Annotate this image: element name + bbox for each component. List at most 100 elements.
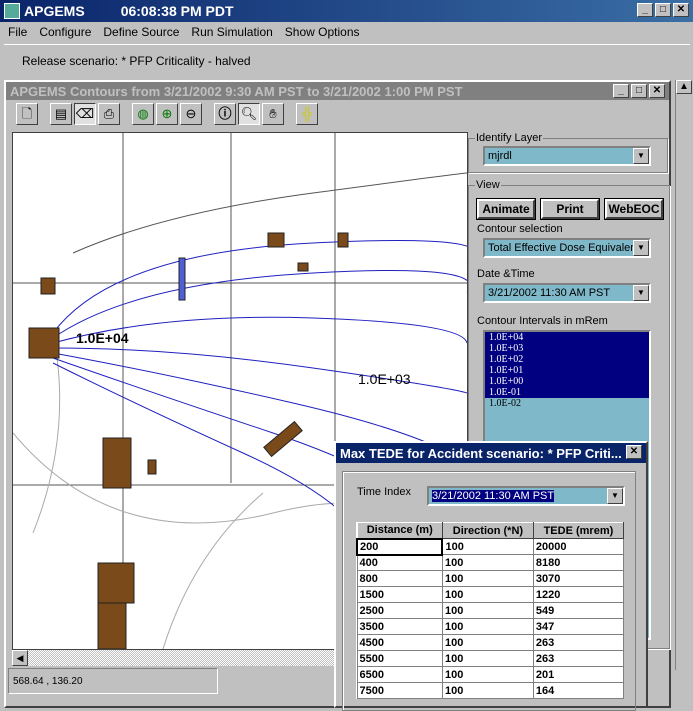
menu-file[interactable]: File: [8, 25, 27, 39]
table-cell[interactable]: 3070: [532, 570, 625, 587]
label-icon[interactable]: ⌫: [74, 103, 96, 125]
table-cell[interactable]: 549: [532, 602, 625, 619]
table-cell[interactable]: 100: [441, 634, 534, 651]
pan-hand-icon[interactable]: ✋︎: [262, 103, 284, 125]
date-time-select[interactable]: 3/21/2002 11:30 AM PST ▼: [483, 283, 651, 303]
list-item[interactable]: 1.0E-01: [485, 387, 649, 398]
close-button[interactable]: ✕: [673, 3, 689, 17]
table-cell[interactable]: 100: [441, 586, 534, 603]
menu-run-simulation[interactable]: Run Simulation: [191, 25, 272, 39]
print-button[interactable]: Print: [540, 198, 600, 220]
table-cell[interactable]: 201: [532, 666, 625, 683]
vertical-scrollbar[interactable]: ▲: [675, 80, 693, 670]
menu-define-source[interactable]: Define Source: [103, 25, 179, 39]
table-cell[interactable]: 100: [441, 538, 534, 555]
chevron-down-icon[interactable]: ▼: [633, 285, 649, 301]
contour-selection-value: Total Effective Dose Equivalent: [488, 242, 640, 254]
table-cell[interactable]: 7500: [356, 682, 443, 699]
table-row[interactable]: 800 100 3070: [356, 570, 625, 587]
table-row[interactable]: 400 100 8180: [356, 554, 625, 571]
child-maximize-button[interactable]: □: [631, 84, 647, 98]
menu-show-options[interactable]: Show Options: [285, 25, 360, 39]
contour-selection-select[interactable]: Total Effective Dose Equivalent ▼: [483, 238, 651, 258]
table-row[interactable]: 2500 100 549: [356, 602, 625, 619]
zoom-in-icon[interactable]: ⊕: [156, 103, 178, 125]
contour-label: 1.0E+03: [358, 371, 411, 387]
table-cell[interactable]: 100: [441, 602, 534, 619]
animate-button[interactable]: Animate: [476, 198, 536, 220]
chevron-down-icon[interactable]: ▼: [607, 488, 623, 504]
table-row[interactable]: 3500 100 347: [356, 618, 625, 635]
table-cell[interactable]: 200: [355, 537, 444, 556]
table-cell[interactable]: 5500: [356, 650, 443, 667]
table-cell[interactable]: 3500: [356, 618, 443, 635]
app-titlebar: APGEMS 06:08:38 PM PDT _ □ ✕: [0, 0, 693, 22]
new-icon[interactable]: 🗋: [16, 103, 38, 125]
table-row[interactable]: 7500 100 164: [356, 682, 625, 699]
table-cell[interactable]: 100: [441, 682, 534, 699]
table-cell[interactable]: 100: [441, 554, 534, 571]
properties-icon[interactable]: ▤: [50, 103, 72, 125]
column-header[interactable]: TEDE (mrem): [532, 522, 625, 539]
table-cell[interactable]: 100: [441, 570, 534, 587]
scroll-left-button[interactable]: ◀: [12, 650, 28, 666]
table-row[interactable]: 4500 100 263: [356, 634, 625, 651]
table-row[interactable]: 6500 100 201: [356, 666, 625, 683]
table-cell[interactable]: 263: [532, 650, 625, 667]
table-cell[interactable]: 347: [532, 618, 625, 635]
zoom-out-icon[interactable]: ⊖: [180, 103, 202, 125]
webeoc-button[interactable]: WebEOC: [604, 198, 664, 220]
identify-layer-select[interactable]: mjrdl ▼: [483, 146, 651, 166]
table-cell[interactable]: 20000: [532, 538, 625, 555]
table-cell[interactable]: 800: [356, 570, 443, 587]
scroll-up-button[interactable]: ▲: [676, 80, 692, 94]
contour-selection-label: Contour selection: [477, 223, 563, 235]
chevron-down-icon[interactable]: ▼: [633, 240, 649, 256]
table-row[interactable]: 1500 100 1220: [356, 586, 625, 603]
table-cell[interactable]: 1220: [532, 586, 625, 603]
child-close-button[interactable]: ✕: [649, 84, 665, 98]
child-minimize-button[interactable]: _: [613, 84, 629, 98]
column-header[interactable]: Distance (m): [356, 522, 443, 539]
maximize-button[interactable]: □: [655, 3, 671, 17]
zoom-icon[interactable]: 🔍︎: [238, 103, 260, 125]
globe-icon[interactable]: ◍: [132, 103, 154, 125]
release-scenario: Release scenario: * PFP Criticality - ha…: [4, 44, 690, 76]
table-cell[interactable]: 263: [532, 634, 625, 651]
identify-layer-value: mjrdl: [488, 150, 512, 162]
table-cell[interactable]: 100: [441, 618, 534, 635]
dialog-close-button[interactable]: ✕: [626, 445, 642, 459]
table-cell[interactable]: 400: [356, 554, 443, 571]
time-index-select[interactable]: 3/21/2002 11:30 AM PST ▼: [427, 486, 625, 506]
column-header[interactable]: Direction (*N): [441, 522, 534, 539]
table-cell[interactable]: 4500: [356, 634, 443, 651]
table-row[interactable]: 200 100 20000: [355, 537, 625, 556]
list-item[interactable]: 1.0E+03: [485, 343, 649, 354]
table-cell[interactable]: 164: [532, 682, 625, 699]
dialog-titlebar: Max TEDE for Accident scenario: * PFP Cr…: [336, 443, 646, 463]
menu-bar: File Configure Define Source Run Simulat…: [0, 22, 693, 42]
list-item[interactable]: 1.0E+04: [485, 332, 649, 343]
chevron-down-icon[interactable]: ▼: [633, 148, 649, 164]
table-cell[interactable]: 2500: [356, 602, 443, 619]
table-cell[interactable]: 1500: [356, 586, 443, 603]
dialog-title: Max TEDE for Accident scenario: * PFP Cr…: [340, 445, 622, 461]
map-feature: [178, 257, 186, 301]
tede-table: Distance (m) Direction (*N) TEDE (mrem) …: [355, 522, 625, 699]
identify-layer-label: Identify Layer: [476, 132, 543, 144]
info-icon[interactable]: ⓘ: [214, 103, 236, 125]
list-item[interactable]: 1.0E+01: [485, 365, 649, 376]
minimize-button[interactable]: _: [637, 3, 653, 17]
table-row[interactable]: 5500 100 263: [356, 650, 625, 667]
table-cell[interactable]: 100: [441, 666, 534, 683]
crosshair-icon[interactable]: ╬: [296, 103, 318, 125]
table-cell[interactable]: 8180: [532, 554, 625, 571]
contours-title: APGEMS Contours from 3/21/2002 9:30 AM P…: [10, 83, 463, 99]
print-icon[interactable]: ⎙: [98, 103, 120, 125]
list-item[interactable]: 1.0E-02: [485, 398, 649, 409]
table-cell[interactable]: 6500: [356, 666, 443, 683]
list-item[interactable]: 1.0E+00: [485, 376, 649, 387]
table-cell[interactable]: 100: [441, 650, 534, 667]
list-item[interactable]: 1.0E+02: [485, 354, 649, 365]
menu-configure[interactable]: Configure: [39, 25, 91, 39]
